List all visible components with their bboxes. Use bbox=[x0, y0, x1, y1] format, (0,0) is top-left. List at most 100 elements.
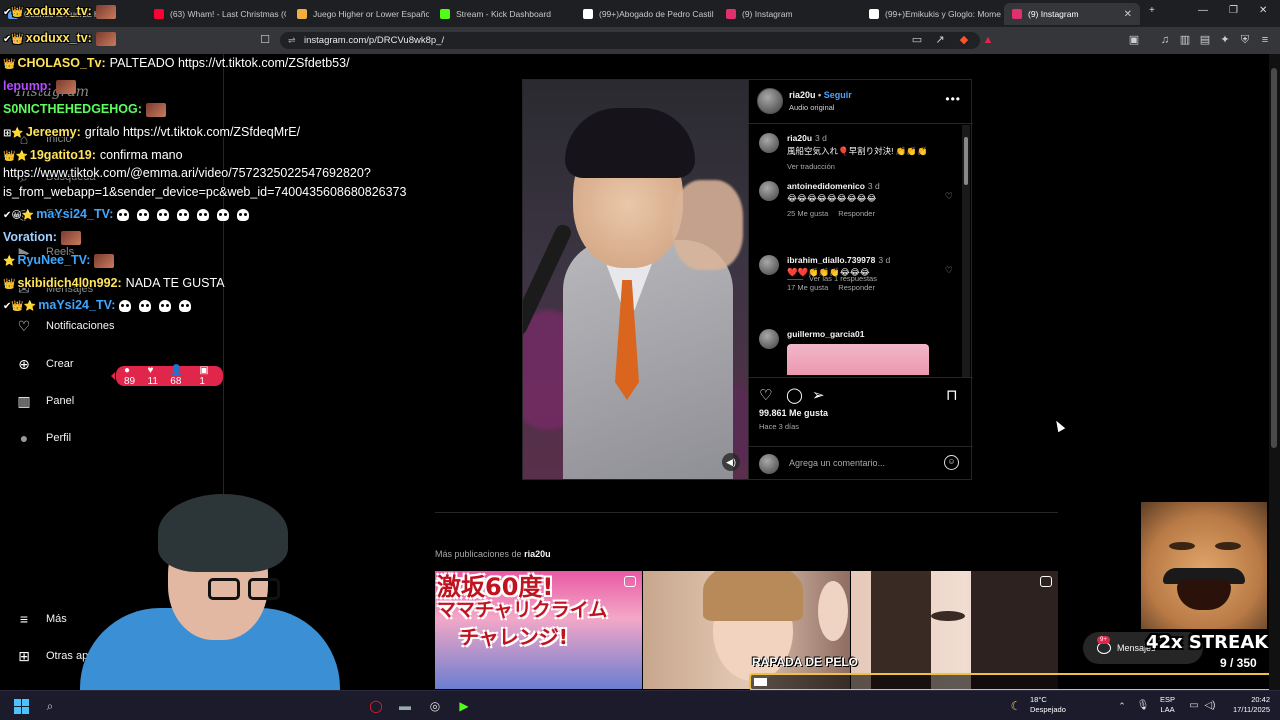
post-thumbnail[interactable] bbox=[851, 571, 1058, 689]
commenter-avatar[interactable] bbox=[759, 255, 779, 275]
commenter-avatar[interactable] bbox=[759, 329, 779, 349]
more-posts-user[interactable]: ria20u bbox=[524, 549, 551, 559]
reading-list-icon[interactable]: ▥ bbox=[1179, 34, 1191, 46]
commenter-username[interactable]: antoinedidomenico bbox=[787, 181, 865, 191]
commenter-username[interactable]: ibrahim_diallo.739978 bbox=[787, 255, 875, 265]
reply-link[interactable]: Responder bbox=[838, 209, 875, 218]
skull-emote bbox=[139, 299, 152, 312]
comment-image[interactable] bbox=[787, 344, 929, 375]
page-scrollbar[interactable] bbox=[1269, 54, 1280, 694]
sidebar-item-panel[interactable]: ▥ Panel bbox=[16, 393, 74, 409]
browser-tab[interactable]: (63) Wham! - Last Christmas (C bbox=[146, 3, 286, 25]
comment-like-icon[interactable]: ♡ bbox=[945, 191, 953, 202]
new-tab-button[interactable]: + bbox=[1149, 5, 1155, 16]
notifications-popup[interactable]: ● 89 ♥ 11 👤 68 ▣ 1 bbox=[111, 365, 223, 387]
vpn-icon[interactable]: ⛨ bbox=[1239, 34, 1251, 46]
sidebar-item-crear[interactable]: ⊕ Crear bbox=[16, 356, 74, 372]
rewards-icon[interactable]: ▲ bbox=[982, 34, 994, 46]
comment-like-icon[interactable]: ♡ bbox=[945, 265, 953, 276]
app-icon[interactable]: ◎ bbox=[427, 698, 443, 714]
sidebar-item-perfil[interactable]: ● Perfil bbox=[16, 430, 71, 446]
menu-icon: ≡ bbox=[19, 611, 29, 627]
browser-tab[interactable]: (99+)Emikukis y Gloglo: Mome bbox=[861, 3, 1001, 25]
follow-button[interactable]: Seguir bbox=[824, 90, 852, 100]
reply-link[interactable]: Responder bbox=[838, 283, 875, 292]
browser-tab[interactable]: (9) Instagram bbox=[718, 3, 858, 25]
reel-video[interactable]: ◀) bbox=[523, 80, 748, 479]
post-thumbnail[interactable]: 激坂60度! ママチャリクライム チャレンジ! bbox=[435, 571, 642, 689]
section-divider bbox=[435, 512, 1058, 513]
tray-expand-icon[interactable]: ⌃ bbox=[1114, 698, 1130, 714]
brave-shield-icon[interactable]: ◆ bbox=[958, 34, 970, 46]
kick-icon[interactable]: ▶ bbox=[456, 698, 472, 714]
site-info-icon[interactable]: ⇌ bbox=[288, 35, 296, 46]
app-icon[interactable]: ▬ bbox=[397, 698, 413, 714]
wallet-icon[interactable]: ▤ bbox=[1199, 34, 1211, 46]
author-avatar[interactable] bbox=[757, 88, 783, 114]
audio-label[interactable]: Audio original bbox=[789, 103, 834, 112]
share-icon[interactable]: ➢ bbox=[812, 386, 825, 404]
commenter-username[interactable]: guillermo_garcia01 bbox=[787, 329, 864, 339]
volume-icon[interactable]: ◁) bbox=[1202, 698, 1218, 714]
language-indicator[interactable]: ESP LAA bbox=[1160, 695, 1175, 715]
chat-badge-icon: ✔👑 bbox=[3, 34, 24, 45]
sidebar-item-label: Crear bbox=[46, 358, 74, 370]
commenter-avatar[interactable] bbox=[759, 133, 779, 153]
network-icon[interactable]: ▭ bbox=[1186, 698, 1202, 714]
commenter-avatar[interactable] bbox=[759, 181, 779, 201]
emoji-icon[interactable]: ☺ bbox=[944, 455, 959, 470]
chat-emote bbox=[55, 79, 76, 94]
goal-count: 9 / 350 bbox=[1220, 656, 1257, 670]
post-details: ria20u • Seguir Audio original ••• ria20… bbox=[748, 80, 973, 479]
skull-emote bbox=[197, 208, 210, 221]
start-button[interactable] bbox=[14, 699, 29, 714]
opera-icon[interactable]: ◯ bbox=[368, 698, 384, 714]
commenter-username[interactable]: ria20u bbox=[787, 133, 812, 143]
chat-badge-icon: ✔😀⭐ bbox=[3, 210, 35, 221]
comments-scrollbar[interactable] bbox=[962, 125, 970, 377]
mute-icon[interactable]: ◀) bbox=[722, 453, 740, 471]
comment-likes[interactable]: 25 Me gusta bbox=[787, 209, 828, 218]
goal-label: RAPADA DE PELO bbox=[752, 655, 859, 669]
chat-text: https://www.tiktok.com/@emma.ari/video/7… bbox=[3, 166, 371, 180]
comment-input[interactable]: Agrega un comentario... bbox=[789, 458, 885, 468]
minimize-button[interactable]: — bbox=[1198, 5, 1208, 16]
browser-tab[interactable]: (9) Instagram ✕ bbox=[1004, 3, 1140, 25]
skull-emote bbox=[119, 299, 132, 312]
comment-age: 3 d bbox=[878, 255, 891, 265]
post-modal: ◀) ria20u • Seguir Audio original ••• ri… bbox=[522, 79, 973, 480]
leo-ai-icon[interactable]: ✦ bbox=[1219, 34, 1231, 46]
meme-overlay-image bbox=[1141, 502, 1267, 629]
skull-emote bbox=[179, 299, 192, 312]
save-icon[interactable]: ⊓ bbox=[946, 386, 958, 404]
browser-tab[interactable]: (99+)Abogado de Pedro Castil bbox=[575, 3, 715, 25]
close-tab-icon[interactable]: ✕ bbox=[1124, 9, 1132, 20]
browser-tab[interactable]: Stream - Kick Dashboard bbox=[432, 3, 572, 25]
maximize-button[interactable]: ❐ bbox=[1229, 5, 1238, 16]
view-replies-link[interactable]: Ver las 1 respuestas bbox=[787, 274, 877, 283]
url-field[interactable]: ⇌ instagram.com/p/DRCVu8wk8p_/ bbox=[280, 32, 980, 49]
comment-icon[interactable]: ◯ bbox=[786, 386, 803, 404]
menu-icon[interactable]: ≡ bbox=[1259, 34, 1271, 46]
post-thumbnail[interactable] bbox=[643, 571, 850, 689]
chat-message: lepump: bbox=[3, 79, 76, 94]
share-icon[interactable]: ↗ bbox=[934, 34, 946, 46]
browser-tab[interactable]: Juego Higher or Lower Españo bbox=[289, 3, 429, 25]
translate-link[interactable]: Ver traducción bbox=[787, 162, 835, 171]
reel-icon bbox=[624, 576, 636, 587]
like-icon[interactable]: ♡ bbox=[759, 386, 772, 404]
bookmark-icon[interactable]: ☐ bbox=[259, 34, 271, 46]
more-options-icon[interactable]: ••• bbox=[945, 92, 961, 106]
skull-emote bbox=[137, 208, 150, 221]
mic-icon[interactable]: 🎙 bbox=[1135, 698, 1151, 714]
clock[interactable]: 20:42 17/11/2025 bbox=[1226, 695, 1270, 715]
sidebar-toggle-icon[interactable]: ▣ bbox=[1128, 34, 1140, 46]
media-icon[interactable]: ♫ bbox=[1159, 34, 1171, 46]
search-icon[interactable]: ⌕ bbox=[42, 698, 58, 714]
comment-likes[interactable]: 17 Me gusta bbox=[787, 283, 828, 292]
close-window-button[interactable]: ✕ bbox=[1259, 5, 1267, 16]
weather-widget[interactable]: 18°C Despejado bbox=[1030, 695, 1066, 715]
cast-icon[interactable]: ▭ bbox=[911, 34, 923, 46]
likes-count[interactable]: 99.861 Me gusta bbox=[759, 408, 828, 418]
author-username[interactable]: ria20u bbox=[789, 90, 816, 100]
